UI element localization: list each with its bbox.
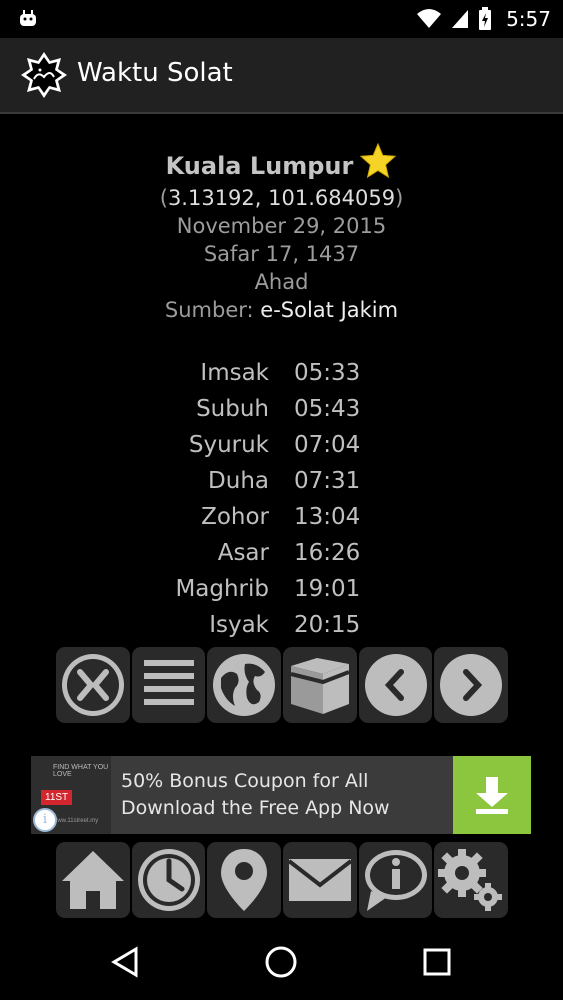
settings-gears-icon bbox=[438, 849, 503, 911]
signal-icon bbox=[452, 10, 469, 28]
prayer-name: Isyak bbox=[209, 612, 269, 638]
app-bar: Waktu Solat bbox=[0, 38, 563, 114]
ad-image: FIND WHAT YOU LOVE 11ST www.11street.my … bbox=[31, 756, 111, 834]
source-value: e-Solat Jakim bbox=[260, 298, 399, 322]
status-time: 5:57 bbox=[506, 7, 551, 31]
ad-banner[interactable]: FIND WHAT YOU LOVE 11ST www.11street.my … bbox=[31, 756, 531, 834]
recent-apps-icon[interactable] bbox=[422, 947, 452, 977]
prayer-row-isyak: Isyak 20:15 bbox=[0, 607, 563, 643]
bottom-nav bbox=[56, 842, 509, 918]
prayer-row-syuruk: Syuruk 07:04 bbox=[0, 427, 563, 463]
prayer-time: 05:33 bbox=[294, 360, 361, 386]
wifi-icon bbox=[417, 9, 442, 28]
mail-button[interactable] bbox=[283, 842, 357, 918]
solat-logo-icon bbox=[21, 52, 67, 98]
prayer-time: 07:04 bbox=[294, 432, 361, 458]
favorite-star-icon[interactable] bbox=[359, 142, 397, 180]
android-icon bbox=[20, 10, 36, 26]
prayer-name: Duha bbox=[208, 468, 269, 494]
prayer-row-subuh: Subuh 05:43 bbox=[0, 391, 563, 427]
coordinates: (3.13192, 101.684059) bbox=[159, 186, 404, 210]
home-nav-icon[interactable] bbox=[264, 945, 298, 979]
prayer-name: Zohor bbox=[201, 504, 269, 530]
back-icon[interactable] bbox=[108, 945, 142, 979]
prayer-time: 13:04 bbox=[294, 504, 361, 530]
settings-button[interactable] bbox=[434, 842, 509, 918]
location-info: Kuala Lumpur (3.13192, 101.684059) Novem… bbox=[0, 142, 563, 324]
city-name: Kuala Lumpur bbox=[165, 152, 354, 180]
mail-icon bbox=[287, 859, 353, 901]
prayer-name: Subuh bbox=[196, 396, 269, 422]
close-circle-icon bbox=[61, 654, 124, 716]
prayer-row-asar: Asar 16:26 bbox=[0, 535, 563, 571]
prayer-time: 07:31 bbox=[294, 468, 361, 494]
prayer-time: 05:43 bbox=[294, 396, 361, 422]
prayer-name: Syuruk bbox=[188, 432, 269, 458]
menu-button[interactable] bbox=[131, 647, 206, 723]
coordinates-value: 3.13192, 101.684059 bbox=[167, 186, 396, 210]
source: Sumber: e-Solat Jakim bbox=[0, 296, 563, 324]
app-title: Waktu Solat bbox=[77, 58, 233, 88]
system-nav-bar bbox=[0, 925, 563, 1000]
globe-button[interactable] bbox=[207, 647, 282, 723]
map-pin-icon bbox=[221, 849, 268, 911]
kaaba-icon bbox=[290, 658, 350, 714]
ad-brand-tagline: FIND WHAT YOU LOVE bbox=[53, 764, 109, 778]
day-name: Ahad bbox=[254, 270, 309, 294]
battery-charging-icon bbox=[479, 7, 492, 30]
ad-brand-url: www.11street.my bbox=[53, 818, 99, 824]
prayer-time: 16:26 bbox=[294, 540, 361, 566]
chevron-right-icon bbox=[440, 654, 503, 716]
prayer-row-duha: Duha 07:31 bbox=[0, 463, 563, 499]
clock-icon bbox=[137, 849, 200, 911]
ad-info-icon[interactable]: i bbox=[33, 808, 57, 832]
next-button[interactable] bbox=[434, 647, 509, 723]
home-icon bbox=[61, 851, 124, 909]
status-bar: 5:57 bbox=[0, 0, 563, 38]
ad-text: 50% Bonus Coupon for All Download the Fr… bbox=[121, 768, 390, 822]
qibla-button[interactable] bbox=[283, 647, 357, 723]
home-button[interactable] bbox=[56, 842, 130, 918]
ad-brand-logo: 11ST bbox=[41, 790, 73, 805]
hijri-date: Safar 17, 1437 bbox=[203, 242, 360, 266]
info-button[interactable] bbox=[358, 842, 433, 918]
previous-button[interactable] bbox=[358, 647, 433, 723]
prayer-time: 20:15 bbox=[294, 612, 361, 638]
menu-icon bbox=[143, 660, 194, 705]
prayer-row-maghrib: Maghrib 19:01 bbox=[0, 571, 563, 607]
gregorian-date: November 29, 2015 bbox=[176, 214, 387, 238]
prayer-time: 19:01 bbox=[294, 576, 361, 602]
location-button[interactable] bbox=[207, 842, 282, 918]
chevron-left-icon bbox=[364, 654, 427, 716]
globe-icon bbox=[213, 654, 276, 716]
ad-line-2: Download the Free App Now bbox=[121, 797, 390, 819]
prayer-row-imsak: Imsak 05:33 bbox=[0, 355, 563, 391]
info-bubble-icon bbox=[364, 850, 427, 911]
download-icon bbox=[476, 777, 508, 814]
prayer-name: Asar bbox=[217, 540, 269, 566]
prayer-name: Maghrib bbox=[175, 576, 269, 602]
source-label: Sumber: bbox=[164, 298, 254, 322]
clock-button[interactable] bbox=[131, 842, 206, 918]
prayer-times-table: Imsak 05:33 Subuh 05:43 Syuruk 07:04 Duha 07… bbox=[0, 355, 563, 643]
prayer-name: Imsak bbox=[200, 360, 269, 386]
ad-line-1: 50% Bonus Coupon for All bbox=[121, 770, 369, 792]
ad-download-button[interactable] bbox=[453, 756, 531, 834]
action-toolbar bbox=[56, 647, 509, 723]
prayer-row-zohor: Zohor 13:04 bbox=[0, 499, 563, 535]
close-button[interactable] bbox=[56, 647, 130, 723]
